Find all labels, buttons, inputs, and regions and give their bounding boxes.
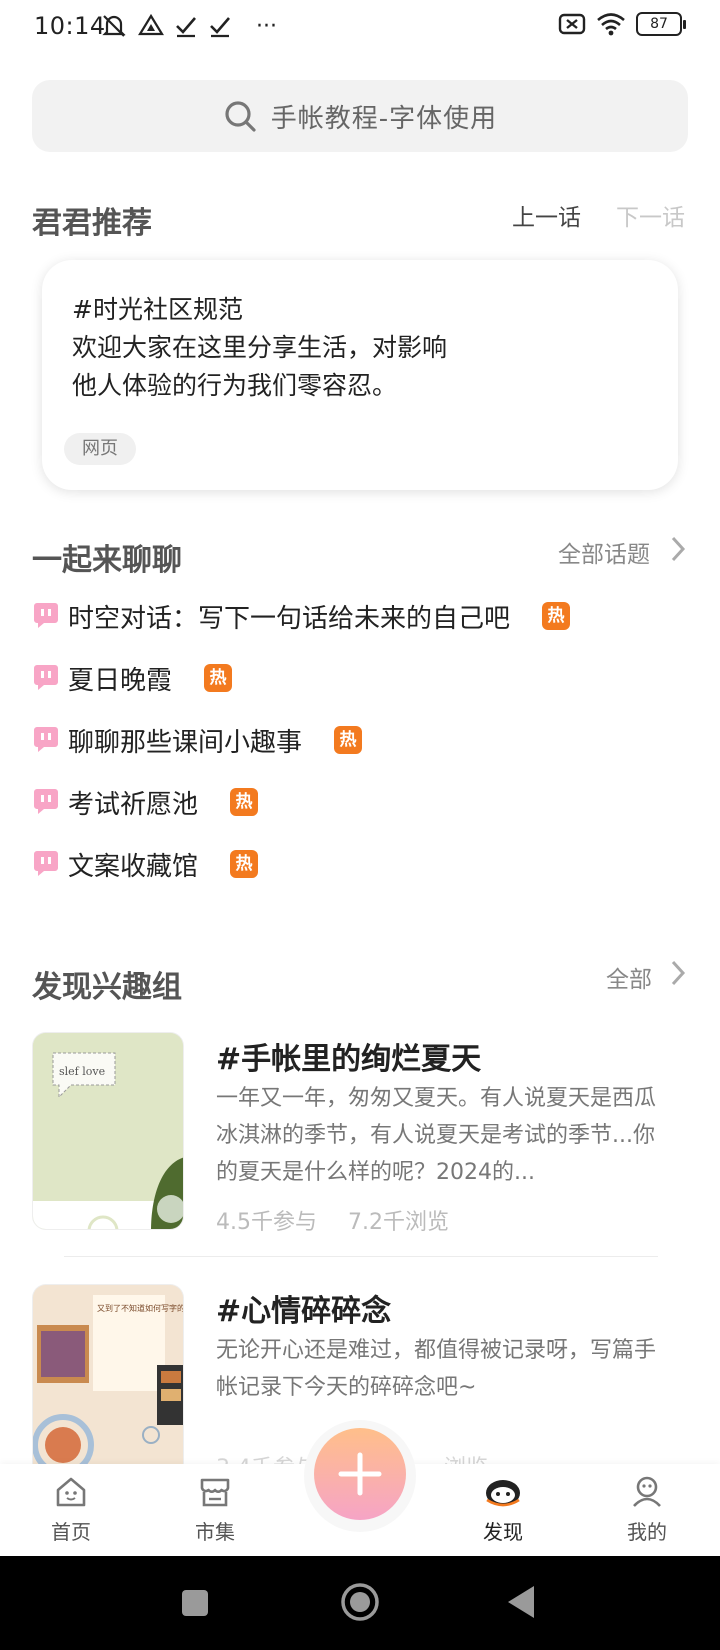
group-description: 一年又一年，匆匆又夏天。有人说夏天是西瓜冰淇淋的季节，有人说夏天是考试的季节..…: [216, 1086, 657, 1185]
prev-episode-button[interactable]: 上一话: [512, 198, 581, 232]
topic-item[interactable]: 考试祈愿池 热: [32, 782, 259, 822]
topic-item[interactable]: 夏日晚霞 热: [32, 658, 233, 698]
recommend-line: 欢迎大家在这里分享生活，对影响: [72, 333, 448, 362]
group-thumbnail-image: slef love: [33, 1033, 183, 1229]
topic-item[interactable]: 文案收藏馆 热: [32, 844, 259, 884]
overflow-dots: ···: [256, 13, 277, 39]
group-stats: 4.5千参与 7.2千浏览: [216, 1204, 449, 1236]
thumb-caption: 又到了不知道如何写字的时候了一大早起来跟...: [97, 1303, 184, 1313]
mute-icon: [102, 15, 126, 37]
status-time: 10:14: [34, 12, 106, 40]
chevron-right-icon[interactable]: [668, 958, 688, 988]
chat-bubble-icon: [34, 665, 58, 690]
recommend-card[interactable]: #时光社区规范 欢迎大家在这里分享生活，对影响 他人体验的行为我们零容忍。 网页: [42, 260, 678, 490]
topic-item[interactable]: 时空对话：写下一句话给未来的自己吧 热: [32, 596, 571, 636]
chat-bubble-icon: [34, 851, 58, 876]
notification-icons: ···: [100, 10, 277, 42]
hot-badge: 热: [230, 850, 259, 878]
group-thumbnail[interactable]: 又到了不知道如何写字的时候了一大早起来跟...: [32, 1284, 184, 1464]
recommend-line: 他人体验的行为我们零容忍。: [72, 371, 398, 400]
chat-bubble-icon: [34, 789, 58, 814]
hot-badge: 热: [334, 726, 363, 754]
system-icons: 87: [558, 12, 686, 36]
nav-label: 发现: [483, 1520, 523, 1544]
nav-market[interactable]: 市集: [170, 1474, 260, 1545]
home-button-icon[interactable]: [340, 1582, 380, 1622]
hot-badge: 热: [230, 788, 259, 816]
group-divider: [64, 1256, 658, 1257]
nav-home[interactable]: 首页: [26, 1474, 116, 1545]
check-icon: [210, 17, 230, 38]
create-post-button[interactable]: [314, 1428, 406, 1520]
chat-bubble-icon: [34, 603, 58, 628]
chevron-right-icon[interactable]: [668, 534, 688, 564]
next-episode-button[interactable]: 下一话: [616, 198, 685, 232]
group-views: 7.2千浏览: [348, 1210, 449, 1235]
profile-icon: [633, 1476, 661, 1507]
plus-icon: [338, 1452, 382, 1496]
hot-badge: 热: [542, 602, 571, 630]
drive-icon: [138, 13, 164, 36]
nav-label: 我的: [627, 1520, 667, 1544]
all-topics-link[interactable]: 全部话题: [558, 535, 650, 569]
topic-item[interactable]: 聊聊那些课间小趣事 热: [32, 720, 363, 760]
search-bar[interactable]: 手帐教程-字体使用: [32, 80, 688, 152]
nav-discover[interactable]: 发现: [458, 1474, 548, 1545]
nav-label: 首页: [51, 1520, 91, 1544]
topic-label: 聊聊那些课间小趣事: [68, 727, 303, 758]
topic-label: 夏日晚霞: [68, 665, 173, 696]
webpage-tag: 网页: [64, 433, 136, 465]
chat-section-title: 一起来聊聊: [32, 543, 182, 578]
status-bar: 10:14 ··· 87: [0, 0, 720, 56]
group-thumbnail[interactable]: slef love: [32, 1032, 184, 1230]
system-nav-bar: [0, 1556, 720, 1650]
check-icon: [176, 17, 196, 38]
chat-bubble-icon: [34, 727, 58, 752]
all-groups-link[interactable]: 全部: [606, 960, 652, 994]
home-icon: [56, 1477, 86, 1507]
group-description: 无论开心还是难过，都值得被记录呀，写篇手帐记录下今天的碎碎念吧~: [216, 1338, 657, 1400]
nav-profile[interactable]: 我的: [602, 1474, 692, 1545]
hot-badge: 热: [204, 664, 233, 692]
group-participants: 4.5千参与: [216, 1210, 317, 1235]
search-placeholder: 手帐教程-字体使用: [270, 103, 498, 134]
search-icon: [225, 101, 256, 132]
sim-off-icon: [558, 13, 586, 35]
topic-label: 考试祈愿池: [68, 789, 199, 820]
recent-apps-icon[interactable]: [180, 1588, 210, 1618]
group-thumbnail-image: 又到了不知道如何写字的时候了一大早起来跟...: [33, 1285, 184, 1464]
nav-label: 市集: [195, 1520, 235, 1544]
groups-section-title: 发现兴趣组: [32, 970, 182, 1005]
back-icon[interactable]: [506, 1584, 538, 1620]
thumb-caption: slef love: [59, 1065, 105, 1078]
recommend-title: 君君推荐: [32, 206, 152, 241]
recommend-line: #时光社区规范: [72, 295, 243, 324]
market-icon: [200, 1478, 230, 1507]
wifi-icon: [597, 13, 625, 36]
topic-label: 时空对话：写下一句话给未来的自己吧: [68, 603, 511, 634]
group-title[interactable]: #心情碎碎念: [216, 1286, 391, 1330]
discover-icon: [486, 1480, 520, 1507]
battery-icon: 87: [636, 12, 686, 36]
group-title[interactable]: #手帐里的绚烂夏天: [216, 1034, 481, 1078]
topic-label: 文案收藏馆: [68, 851, 199, 882]
